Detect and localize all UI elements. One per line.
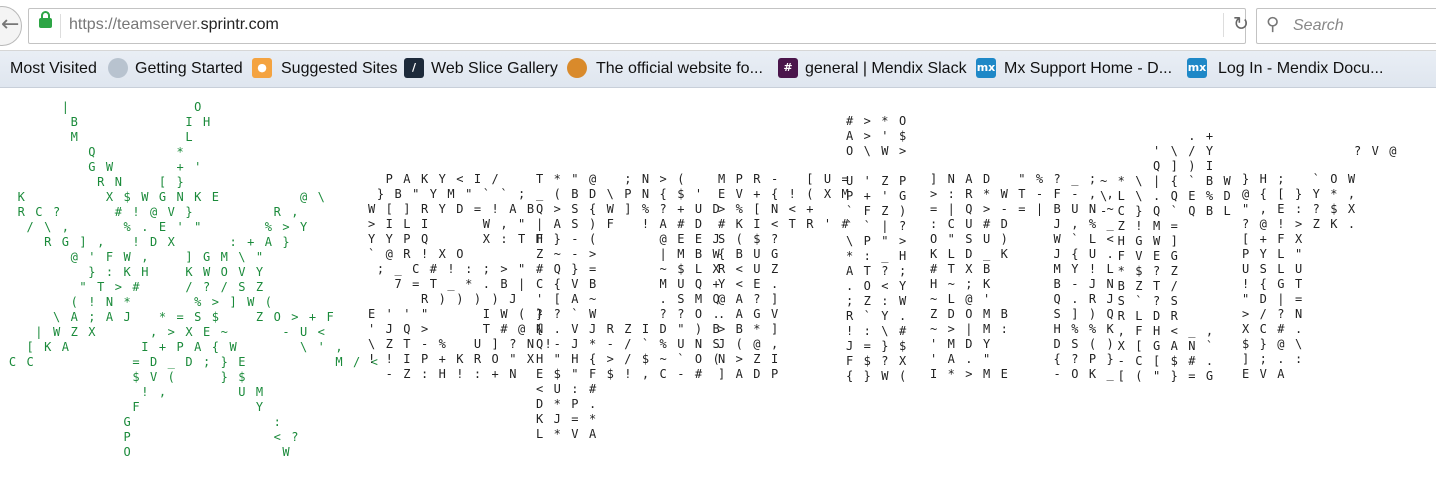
ascii-column: P A K Y < I / } B " Y M " ` ` ; W [ ] R … bbox=[368, 172, 554, 381]
search-field[interactable]: ⚲ Search bbox=[1256, 8, 1436, 44]
search-placeholder: Search bbox=[1293, 17, 1344, 34]
web-slice-icon: / bbox=[404, 58, 424, 78]
search-icon: ⚲ bbox=[1266, 14, 1280, 35]
page-content: | O B I H M L Q * G W + ' R N [ } K X $ … bbox=[0, 88, 1436, 481]
ascii-column: # > * O A > ' $ O \ W > U ' Z P P + ' G … bbox=[846, 114, 908, 383]
bookmarks-toolbar: Most Visited Getting Started ● Suggested… bbox=[0, 51, 1436, 88]
bookmark-mx-support[interactable]: Mx Support Home - D... bbox=[1004, 60, 1172, 78]
globe-icon bbox=[108, 58, 128, 78]
divider bbox=[60, 14, 61, 38]
bookmark-mendix-slack[interactable]: general | Mendix Slack bbox=[805, 60, 967, 78]
suggested-sites-icon: ● bbox=[252, 58, 272, 78]
mx-icon: mx bbox=[1187, 58, 1207, 78]
ascii-column: ? V @ bbox=[1354, 144, 1399, 158]
mx-icon: mx bbox=[976, 58, 996, 78]
reload-icon[interactable]: ↻ bbox=[1223, 13, 1252, 37]
bookmark-getting-started[interactable]: Getting Started bbox=[135, 60, 243, 78]
url-field[interactable]: https://teamserver.sprintr.com ↻ bbox=[28, 8, 1249, 44]
lock-icon bbox=[39, 11, 52, 28]
back-arrow-icon: ← bbox=[1, 12, 20, 37]
ascii-column: ] N A D " % ? _ ; > : R * W T - F - , , … bbox=[930, 172, 1116, 381]
url-text[interactable]: https://teamserver.sprintr.com bbox=[69, 16, 279, 34]
bookmark-suggested-sites[interactable]: Suggested Sites bbox=[281, 60, 398, 78]
bookmark-most-visited[interactable]: Most Visited bbox=[10, 60, 97, 78]
navigation-toolbar: ← https://teamserver.sprintr.com ↻ ⚲ Sea… bbox=[0, 0, 1436, 51]
back-button[interactable]: ← bbox=[0, 6, 22, 46]
bookmark-mendix-docs[interactable]: Log In - Mendix Docu... bbox=[1218, 60, 1383, 78]
site-icon bbox=[567, 58, 587, 78]
ascii-star-art: | O B I H M L Q * G W + ' R N [ } K X $ … bbox=[8, 100, 380, 459]
ascii-column: . + ' \ / Y Q ] ) I ~ * \ | { ` B W \ L … bbox=[1100, 129, 1233, 383]
bookmark-official-website[interactable]: The official website fo... bbox=[596, 60, 763, 78]
ascii-column: } H ; ` O W @ { [ } Y * , " , E : ? $ X … bbox=[1242, 172, 1357, 381]
ascii-column: M P R - [ U = E V + { ! ( X M > % [ N < … bbox=[718, 172, 851, 381]
bookmark-web-slice-gallery[interactable]: Web Slice Gallery bbox=[431, 60, 558, 78]
slack-icon: # bbox=[778, 58, 798, 78]
ascii-column: T * " @ ; N > ( _ ( B D \ P N { $ ' Q > … bbox=[536, 172, 722, 441]
